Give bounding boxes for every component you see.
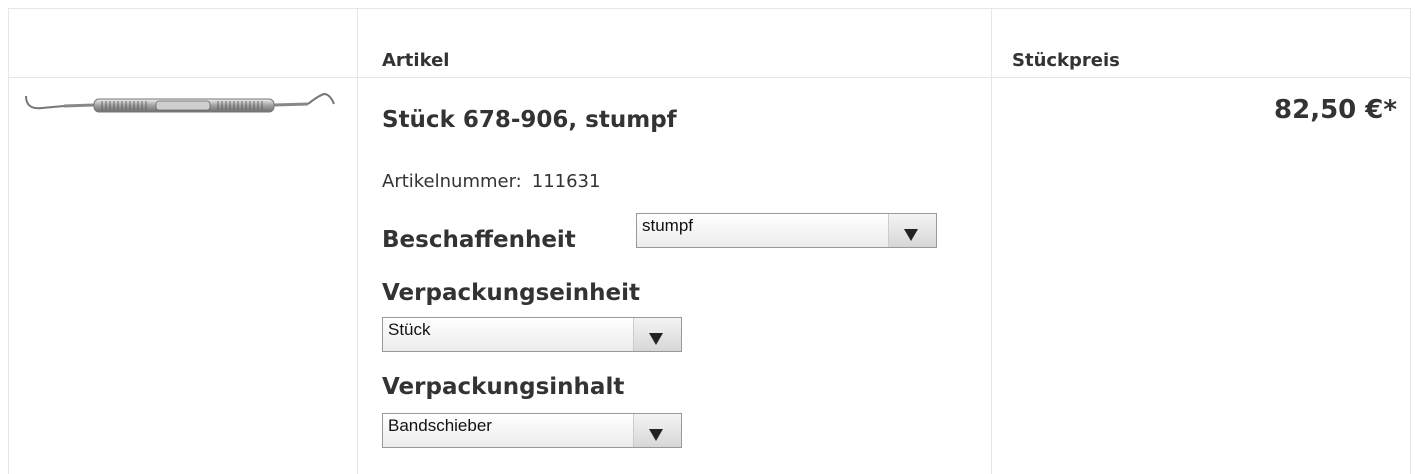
- article-number-value: 111631: [531, 171, 601, 192]
- column-divider: [991, 9, 992, 474]
- chevron-down-icon: [904, 229, 918, 241]
- dropdown-button[interactable]: [633, 414, 681, 447]
- header-unit-price: Stückpreis: [1012, 50, 1120, 71]
- dropdown-button[interactable]: [633, 318, 681, 351]
- beschaffenheit-selected-value: stumpf: [642, 216, 694, 235]
- verpackungseinheit-select[interactable]: Stück: [382, 317, 682, 352]
- header-article: Artikel: [382, 50, 450, 71]
- header-divider: [9, 77, 1410, 78]
- attribute-label-beschaffenheit: Beschaffenheit: [382, 227, 576, 253]
- beschaffenheit-select[interactable]: stumpf: [636, 213, 937, 248]
- dental-instrument-icon: [25, 92, 335, 113]
- article-number-label: Artikelnummer:: [382, 171, 522, 192]
- attribute-label-verpackungsinhalt: Verpackungsinhalt: [382, 374, 625, 400]
- chevron-down-icon: [649, 333, 663, 345]
- attribute-label-verpackungseinheit: Verpackungseinheit: [382, 280, 641, 306]
- article-number-row: Artikelnummer: 111631: [382, 171, 600, 192]
- verpackungsinhalt-select[interactable]: Bandschieber: [382, 413, 682, 448]
- dropdown-button[interactable]: [888, 214, 936, 247]
- product-title[interactable]: Stück 678-906, stumpf: [382, 107, 677, 133]
- unit-price: 82,50 €*: [1274, 95, 1397, 125]
- product-image[interactable]: [24, 88, 340, 128]
- verpackungseinheit-selected-value: Stück: [388, 320, 431, 339]
- column-divider: [357, 9, 358, 474]
- chevron-down-icon: [649, 429, 663, 441]
- verpackungsinhalt-selected-value: Bandschieber: [388, 416, 492, 435]
